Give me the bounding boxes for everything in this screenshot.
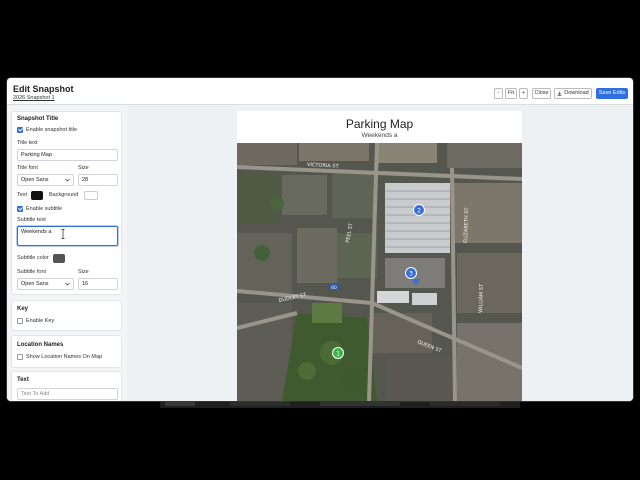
street-label: ELIZABETH ST [463, 206, 470, 243]
market-roof [377, 183, 450, 305]
snapshot-name-link[interactable]: 2026 Snapshot 1 [13, 95, 55, 101]
title-size-label: Size [78, 165, 89, 171]
key-card: Key Enable Key [11, 300, 122, 331]
title-text-label: Title text [17, 140, 38, 146]
zoom-out-button[interactable]: - [494, 88, 503, 99]
subtitle-size-label: Size [78, 269, 89, 275]
subtitle-font-select[interactable]: Open Sans [17, 278, 74, 290]
text-color-label: Text [17, 192, 28, 198]
title-size-input[interactable]: 28 [78, 174, 118, 186]
chevron-down-icon [65, 282, 70, 286]
text-heading: Text [17, 377, 29, 383]
enable-key-checkbox[interactable] [17, 318, 23, 324]
enable-key-label: Enable Key [26, 318, 55, 324]
zoom-in-button[interactable]: + [519, 88, 528, 99]
close-button[interactable]: Close [532, 88, 551, 99]
location-names-heading: Location Names [17, 342, 64, 348]
text-to-add-input[interactable]: Text To Add [17, 388, 118, 400]
download-label: Download [564, 90, 589, 96]
download-icon [557, 91, 562, 96]
enable-title-checkbox[interactable] [17, 127, 23, 133]
preview-title: Parking Map [345, 117, 414, 131]
background-color-swatch[interactable] [84, 191, 98, 200]
title-font-label: Title font [17, 165, 38, 171]
download-button[interactable]: Download [554, 88, 592, 99]
text-card: Text Text To Add [11, 371, 122, 401]
subtitle-text-label: Subtitle text [17, 217, 46, 223]
subtitle-size-input[interactable]: 16 [78, 278, 118, 290]
subtitle-text-area[interactable]: Weekends a [17, 226, 118, 246]
dialog-title: Edit Snapshot [13, 84, 74, 94]
preview-subtitle: Weekends a [361, 132, 398, 139]
title-font-select[interactable]: Open Sans [17, 174, 74, 186]
screen: Edit Snapshot 2026 Snapshot 1 - Fit + Cl… [0, 0, 640, 480]
preview-area: Parking Map Weekends a VICTORIA ST DUDLE… [127, 105, 633, 401]
marker-2-label: 2 [417, 208, 421, 215]
marker-2[interactable]: 2 [413, 204, 425, 216]
enable-subtitle-label: Enable subtitle [26, 206, 63, 212]
snapshot-title-heading: Snapshot Title [17, 116, 59, 122]
snapshot-preview: Parking Map Weekends a VICTORIA ST DUDLE… [237, 111, 522, 401]
marker-1[interactable]: 1 [332, 347, 344, 359]
subtitle-font-label: Subtitle font [17, 269, 47, 275]
save-edits-button[interactable]: Save Edits [596, 88, 628, 99]
text-cursor-icon [61, 229, 65, 239]
chevron-down-icon [65, 178, 70, 182]
settings-sidebar: Snapshot Title Enable snapshot title Tit… [7, 105, 127, 401]
show-location-names-label: Show Location Names On Map [26, 354, 103, 360]
marker-1-label: 1 [336, 351, 340, 358]
enable-subtitle-checkbox[interactable] [17, 206, 23, 212]
text-color-swatch[interactable] [31, 191, 43, 200]
dialog-header: Edit Snapshot 2026 Snapshot 1 - Fit + Cl… [7, 78, 633, 105]
satellite-map[interactable]: VICTORIA ST DUDLEY ST PEEL ST QUEEN ST E… [237, 143, 522, 401]
location-names-card: Location Names Show Location Names On Ma… [11, 335, 122, 368]
dialog-body: Snapshot Title Enable snapshot title Tit… [7, 105, 633, 401]
subtitle-text-value: Weekends a [21, 229, 52, 235]
title-text-input[interactable]: Parking Map [17, 149, 118, 161]
title-font-value: Open Sans [21, 177, 49, 183]
show-location-names-checkbox[interactable] [17, 354, 23, 360]
enable-title-label: Enable snapshot title [26, 127, 78, 133]
subtitle-color-swatch[interactable] [53, 254, 65, 263]
edit-snapshot-dialog: Edit Snapshot 2026 Snapshot 1 - Fit + Cl… [7, 78, 633, 401]
subtitle-color-label: Subtitle color [17, 255, 49, 261]
key-heading: Key [17, 306, 29, 312]
fit-button[interactable]: Fit [505, 88, 517, 99]
marker-3-label: 3 [409, 271, 413, 278]
route-shield-label: 60 [331, 285, 337, 291]
street-label: WILLIAM ST [478, 283, 485, 313]
snapshot-title-card: Snapshot Title Enable snapshot title Tit… [11, 111, 122, 295]
background-color-label: Background [49, 192, 79, 198]
subtitle-font-value: Open Sans [21, 281, 49, 287]
